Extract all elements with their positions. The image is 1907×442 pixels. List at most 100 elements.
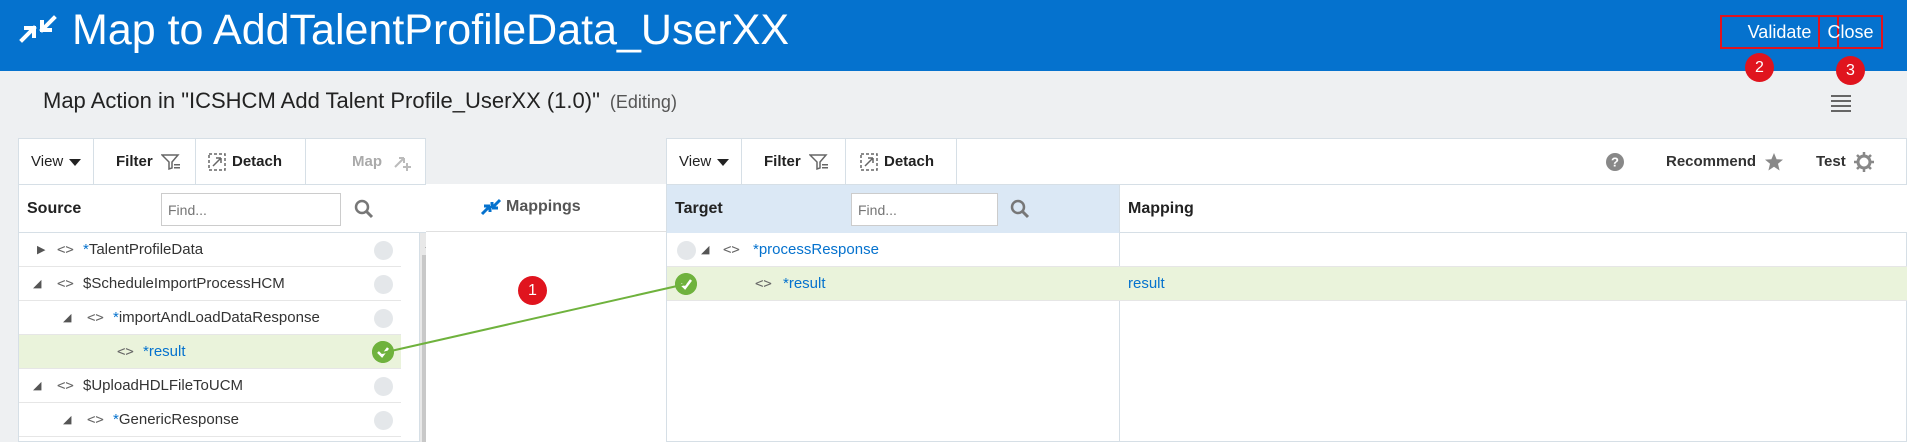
step-badge-1: 1 [518,276,547,305]
detach-icon [208,153,226,171]
tree-row-scheduleimport[interactable]: ◢ <> $ScheduleImportProcessHCM [19,267,401,301]
mapped-check-icon[interactable] [372,341,394,363]
node-name: TalentProfileData [88,241,204,258]
map-status-dot [374,309,393,328]
tree-node-label: *importAndLoadDataResponse [113,301,320,335]
tree-node-label: $UploadHDLFileToUCM [83,377,244,394]
detach-icon [860,153,878,171]
action-title-text: Map Action in "ICSHCM Add Talent Profile… [43,88,600,113]
map-add-icon [394,157,412,172]
map-status-dot [374,241,393,260]
action-title: Map Action in "ICSHCM Add Talent Profile… [43,88,677,114]
target-column-label: Target [675,200,723,217]
source-panel: View Filter Detach Map Source ▶ <> *Tale… [18,138,437,442]
chevron-down-icon [69,158,82,166]
tree-row-uploadhdl[interactable]: ◢ <> $UploadHDLFileToUCM [19,369,401,403]
mappings-header[interactable]: Mappings [426,184,666,232]
element-icon: <> [723,242,740,258]
tree-row-talentprofiledata[interactable]: ▶ <> *TalentProfileData [19,233,401,267]
source-view-label: View [31,153,64,170]
mappings-canvas [426,232,666,442]
column-divider [1119,185,1120,442]
mapped-check-icon[interactable] [675,273,697,295]
target-detach-label: Detach [884,153,935,170]
recommend-label: Recommend [1666,153,1757,170]
node-name: GenericResponse [118,411,239,428]
mappings-icon [480,198,502,216]
collapse-icon[interactable]: ◢ [63,403,71,437]
filter-icon [808,154,828,171]
tree-row-importandload[interactable]: ◢ <> *importAndLoadDataResponse [19,301,401,335]
chevron-down-icon [717,158,730,166]
collapse-icon[interactable]: ◢ [33,369,41,403]
source-toolbar: View Filter Detach Map [19,139,425,185]
map-button[interactable]: Map [306,139,427,184]
collapse-icon[interactable]: ◢ [701,233,709,267]
tree-node-label: *TalentProfileData [83,233,203,267]
tree-node-label: *result [143,335,186,369]
mappings-label: Mappings [506,198,581,215]
gear-icon [1853,152,1874,173]
node-name: result [788,275,826,292]
node-name: processResponse [758,241,879,258]
recommend-button[interactable]: Recommend [1666,139,1784,184]
element-icon: <> [87,412,104,428]
source-filter-button[interactable]: Filter [94,139,196,184]
tree-row-source-result[interactable]: <> *result [19,335,401,369]
map-status-dot [374,411,393,430]
test-button[interactable]: Test [1816,139,1874,184]
element-icon: <> [57,242,74,258]
map-status-dot [374,275,393,294]
map-status-dot [677,241,696,260]
mapping-value[interactable]: result [1128,267,1165,301]
map-label: Map [352,153,382,170]
tree-row-target-result[interactable]: <> *result result [667,267,1907,301]
element-icon: <> [57,276,74,292]
tree-node-label: *GenericResponse [113,403,239,437]
tree-node-label: $ScheduleImportProcessHCM [83,275,285,292]
collapse-icon[interactable]: ◢ [33,267,41,301]
test-label: Test [1816,153,1846,170]
node-name: importAndLoadDataResponse [118,309,320,326]
search-icon[interactable] [1010,199,1030,219]
menu-icon[interactable] [1831,94,1851,112]
filter-icon [160,154,180,171]
element-icon: <> [57,378,74,394]
target-find-input[interactable] [851,193,998,226]
source-detach-label: Detach [232,153,283,170]
expand-icon[interactable]: ▶ [37,233,45,267]
source-filter-label: Filter [116,153,153,170]
element-icon: <> [117,344,134,360]
editing-status: (Editing) [609,92,677,112]
source-view-menu[interactable]: View [19,139,94,184]
svg-text:?: ? [1611,155,1619,170]
target-view-menu[interactable]: View [667,139,742,184]
page-header: Map to AddTalentProfileData_UserXX Valid… [0,0,1907,71]
element-icon: <> [755,276,772,292]
help-icon[interactable]: ? [1606,153,1624,171]
step-badge-2: 2 [1745,53,1774,82]
node-name: result [148,343,186,360]
source-detach-button[interactable]: Detach [196,139,306,184]
target-view-label: View [679,153,712,170]
tree-node-label: *processResponse [753,233,879,267]
tree-node-label: *result [783,267,826,301]
target-filter-label: Filter [764,153,801,170]
target-detach-button[interactable]: Detach [846,139,957,184]
tree-row-processresponse[interactable]: ◢ <> *processResponse [667,233,1907,267]
element-icon: <> [87,310,104,326]
source-column-header: Source [19,185,427,233]
search-icon[interactable] [354,199,374,219]
collapse-icon[interactable]: ◢ [63,301,71,335]
close-button[interactable]: Close [1818,15,1883,49]
target-panel: View Filter Detach ? Recommend Test Targ… [666,138,1907,442]
map-arrows-icon [19,15,57,43]
map-status-dot [374,377,393,396]
target-filter-button[interactable]: Filter [742,139,846,184]
step-badge-3: 3 [1836,56,1865,85]
tree-row-genericresponse[interactable]: ◢ <> *GenericResponse [19,403,401,437]
page-title: Map to AddTalentProfileData_UserXX [72,6,790,54]
source-column-label: Source [27,200,82,217]
source-find-input[interactable] [161,193,341,226]
mapping-column-label: Mapping [1128,200,1194,217]
